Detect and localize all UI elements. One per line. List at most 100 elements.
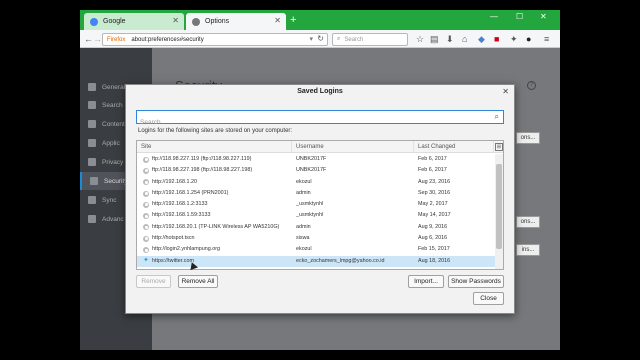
table-row[interactable]: http://192.168.1.59:3133 _usmktynhl May 14… — [137, 210, 497, 221]
dropdown-icon[interactable]: ▾ — [309, 35, 313, 43]
saved-logins-button[interactable]: ins... — [516, 244, 540, 256]
logins-table: Site Username Last Changed ⊞ ftp://118.9… — [136, 140, 504, 270]
account-icon[interactable]: ● — [526, 33, 531, 45]
globe-icon — [143, 156, 149, 163]
sidebar-item-label: Search — [102, 101, 123, 109]
show-passwords-button[interactable]: Show Passwords — [448, 275, 504, 288]
username-cell: _usmktynhl — [296, 212, 324, 219]
date-cell: Feb 15, 2017 — [418, 246, 450, 253]
minimize-icon[interactable]: — — [490, 12, 498, 21]
gear-icon — [192, 17, 200, 26]
username-cell: UNBK2017F — [296, 167, 327, 174]
extension-icon[interactable]: ■ — [494, 33, 499, 45]
close-tab-icon[interactable]: ✕ — [274, 16, 281, 25]
tab-google[interactable]: Google ✕ — [84, 13, 184, 30]
tab-label: Options — [205, 18, 230, 25]
site-cell: ftp://118.98.227.119 (ftp://118.98.227.1… — [152, 156, 252, 162]
search-input[interactable] — [137, 116, 492, 129]
site-cell: http://192.168.20.1 (TP-LINK Wireless AP… — [152, 223, 280, 230]
table-header: Site Username Last Changed ⊞ — [137, 141, 503, 153]
url-text: about:preferences#security — [131, 36, 204, 43]
globe-icon — [143, 224, 149, 231]
table-row[interactable]: http://192.168.1.20 ekozul Aug 23, 2016 — [137, 177, 497, 188]
lock-icon — [90, 177, 98, 185]
remove-all-button[interactable]: Remove All — [178, 275, 218, 288]
saved-logins-dialog: Saved Logins ✕ ⌕ Logins for the followin… — [125, 84, 515, 314]
site-cell: ftp://118.98.227.198 (ftp://118.98.227.1… — [152, 167, 253, 174]
general-icon — [88, 83, 96, 91]
globe-icon — [143, 213, 149, 220]
globe-icon — [143, 201, 149, 208]
privacy-icon — [88, 158, 96, 166]
exceptions-button[interactable]: ons... — [516, 216, 540, 228]
bookmark-star-icon[interactable]: ☆ — [416, 33, 424, 45]
table-row[interactable]: http://login2.ynhlampung.org ekozul Feb 15… — [137, 244, 497, 255]
reader-icon[interactable]: ▤ — [430, 33, 439, 45]
back-icon[interactable]: ← — [84, 33, 93, 45]
table-row[interactable]: http://192.168.20.1 (TP-LINK Wireless AP… — [137, 222, 497, 233]
table-row[interactable]: http://192.168.1.254 (PRN2001) admin Sep 3… — [137, 188, 497, 199]
remove-button[interactable]: Remove — [136, 275, 171, 288]
site-cell: http://hotspot.tscn — [152, 235, 195, 242]
date-cell: Sep 30, 2016 — [418, 189, 451, 196]
dialog-title: Saved Logins — [297, 88, 343, 95]
username-cell: UNBK2017F — [296, 156, 327, 162]
column-header-last-changed[interactable]: Last Changed — [414, 141, 494, 153]
sidebar-item-label: Security — [104, 177, 128, 185]
username-cell: siswa — [296, 235, 310, 242]
username-cell: ecko_zochamers_lmpg@yahoo.co.id — [296, 257, 385, 264]
dialog-description: Logins for the following sites are store… — [138, 128, 293, 134]
forward-icon[interactable]: → — [93, 33, 102, 45]
search-bar-placeholder: Search — [344, 36, 364, 43]
content-icon — [88, 120, 96, 128]
url-bar[interactable]: Firefox about:preferences#security ▾ ↻ — [102, 33, 328, 46]
date-cell: May 2, 2017 — [418, 201, 448, 208]
table-row[interactable]: http://hotspot.tscn siswa Aug 6, 2016 — [137, 233, 497, 244]
table-row[interactable]: ftp://118.98.227.198 (ftp://118.98.227.1… — [137, 165, 497, 176]
site-cell: http://192.168.1.2:3133 — [152, 201, 208, 208]
reload-icon[interactable]: ↻ — [317, 34, 324, 43]
import-button[interactable]: Import... — [408, 275, 444, 288]
globe-icon — [143, 247, 149, 254]
table-row[interactable]: http://192.168.1.2:3133 _usmktynhl May 2, … — [137, 199, 497, 210]
site-cell: http://login2.ynhlampung.org — [152, 246, 221, 253]
date-cell: Feb 6, 2017 — [418, 167, 447, 174]
new-tab-button[interactable]: + — [290, 14, 296, 26]
twitter-icon: ✦ — [143, 257, 149, 265]
close-tab-icon[interactable]: ✕ — [172, 16, 179, 25]
sidebar-item-label: Sync — [102, 196, 117, 204]
date-cell: May 14, 2017 — [418, 212, 451, 219]
menu-icon[interactable]: ≡ — [544, 33, 549, 45]
maximize-icon[interactable]: ☐ — [516, 12, 523, 21]
username-cell: admin — [296, 189, 311, 196]
tab-strip: Google ✕ Options ✕ + — ☐ ✕ — [80, 10, 560, 30]
globe-icon — [143, 190, 149, 197]
sidebar-item-label: Applic — [102, 139, 120, 147]
scrollbar-thumb[interactable] — [496, 164, 502, 249]
puzzle-icon[interactable]: ✦ — [510, 33, 518, 45]
pocket-icon[interactable]: ◆ — [478, 33, 485, 45]
table-scrollbar[interactable] — [495, 154, 503, 269]
table-row[interactable]: ftp://118.98.227.119 (ftp://118.98.227.1… — [137, 154, 497, 165]
download-icon[interactable]: ⬇ — [446, 33, 454, 45]
username-cell: ekozul — [296, 246, 312, 253]
search-bar[interactable]: ⌕ Search — [332, 33, 408, 46]
column-picker-icon[interactable]: ⊞ — [495, 143, 503, 151]
exceptions-button[interactable]: ons... — [516, 132, 540, 144]
date-cell: Feb 6, 2017 — [418, 156, 447, 162]
close-window-icon[interactable]: ✕ — [540, 12, 547, 21]
help-icon[interactable]: ? — [527, 81, 536, 90]
search-field[interactable]: ⌕ — [136, 110, 504, 129]
tab-label: Google — [103, 18, 126, 25]
column-header-username[interactable]: Username — [292, 141, 414, 153]
date-cell: Aug 9, 2016 — [418, 223, 448, 230]
column-header-site[interactable]: Site — [137, 141, 292, 153]
close-icon[interactable]: ✕ — [502, 87, 509, 96]
tab-options[interactable]: Options ✕ — [186, 13, 286, 30]
site-cell: http://192.168.1.254 (PRN2001) — [152, 189, 229, 196]
identity-label: Firefox — [107, 36, 126, 43]
close-button[interactable]: Close — [473, 292, 504, 305]
sync-icon — [88, 196, 96, 204]
home-icon[interactable]: ⌂ — [462, 33, 467, 45]
search-icon — [88, 101, 96, 109]
